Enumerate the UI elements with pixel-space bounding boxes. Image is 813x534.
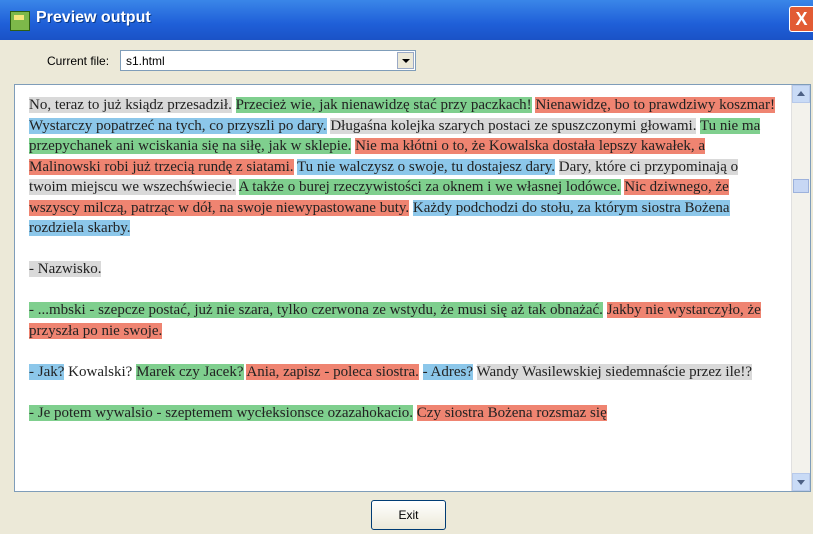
app-icon (10, 11, 30, 31)
sentence-segment: Wandy Wasilewskiej siedemnaście przez il… (476, 363, 753, 380)
sentence-segment: - Nazwisko. (29, 261, 102, 277)
chevron-down-icon[interactable] (397, 52, 414, 69)
window-title: Preview output (36, 9, 151, 26)
sentence-segment: Tu nie walczysz o swoje, tu dostajesz da… (296, 158, 555, 175)
preview-paragraph: - ...mbski - szepcze postać, już nie sza… (29, 300, 775, 341)
current-file-select[interactable]: s1.html (120, 50, 416, 71)
preview-paragraph: No, teraz to już ksiądz przesadził. Prze… (29, 95, 775, 239)
file-toolbar: Current file: s1.html (0, 40, 813, 80)
sentence-segment: No, teraz to już ksiądz przesadził. (29, 97, 232, 113)
sentence-segment: Długaśna kolejka szarych postaci ze spus… (330, 117, 697, 134)
current-file-value: s1.html (126, 54, 165, 68)
sentence-segment: - Adres? (422, 363, 474, 380)
sentence-segment: Czy siostra Bożena rozsmaz się (416, 404, 607, 421)
exit-button[interactable]: Exit (371, 500, 446, 530)
sentence-segment: Przecież wie, jak nienawidzę stać przy p… (235, 97, 532, 113)
scroll-up-icon[interactable] (792, 85, 810, 103)
sentence-segment: Nienawidzę, bo to prawdziwy koszmar! (535, 97, 775, 113)
preview-text: No, teraz to już ksiądz przesadził. Prze… (15, 85, 785, 491)
sentence-segment: Kowalski? (68, 363, 133, 380)
sentence-segment: Wystarczy popatrzeć na tych, co przyszli… (29, 117, 327, 134)
preview-paragraph: - Jak? Kowalski? Marek czy Jacek? Ania, … (29, 362, 775, 383)
sentence-segment: - Jak? (29, 363, 65, 380)
sentence-segment: - Je potem wywalsio - szeptemem wycłeksi… (29, 404, 414, 421)
preview-paragraph: - Nazwisko. (29, 259, 775, 280)
scroll-down-icon[interactable] (792, 473, 810, 491)
title-bar: Preview output X (0, 0, 813, 40)
sentence-segment: A także o burej rzeczywistości za oknem … (238, 179, 621, 195)
sentence-segment: - ...mbski - szepcze postać, już nie sza… (29, 302, 603, 318)
sentence-segment: Ania, zapisz - poleca siostra. (246, 363, 419, 380)
scroll-thumb[interactable] (793, 179, 809, 193)
current-file-label: Current file: (47, 54, 110, 68)
vertical-scrollbar[interactable] (791, 85, 810, 491)
sentence-segment: Marek czy Jacek? (136, 363, 244, 380)
close-button[interactable]: X (789, 6, 813, 32)
preview-paragraph: - Je potem wywalsio - szeptemem wycłeksi… (29, 403, 775, 424)
preview-pane[interactable]: No, teraz to już ksiądz przesadził. Prze… (14, 84, 811, 492)
